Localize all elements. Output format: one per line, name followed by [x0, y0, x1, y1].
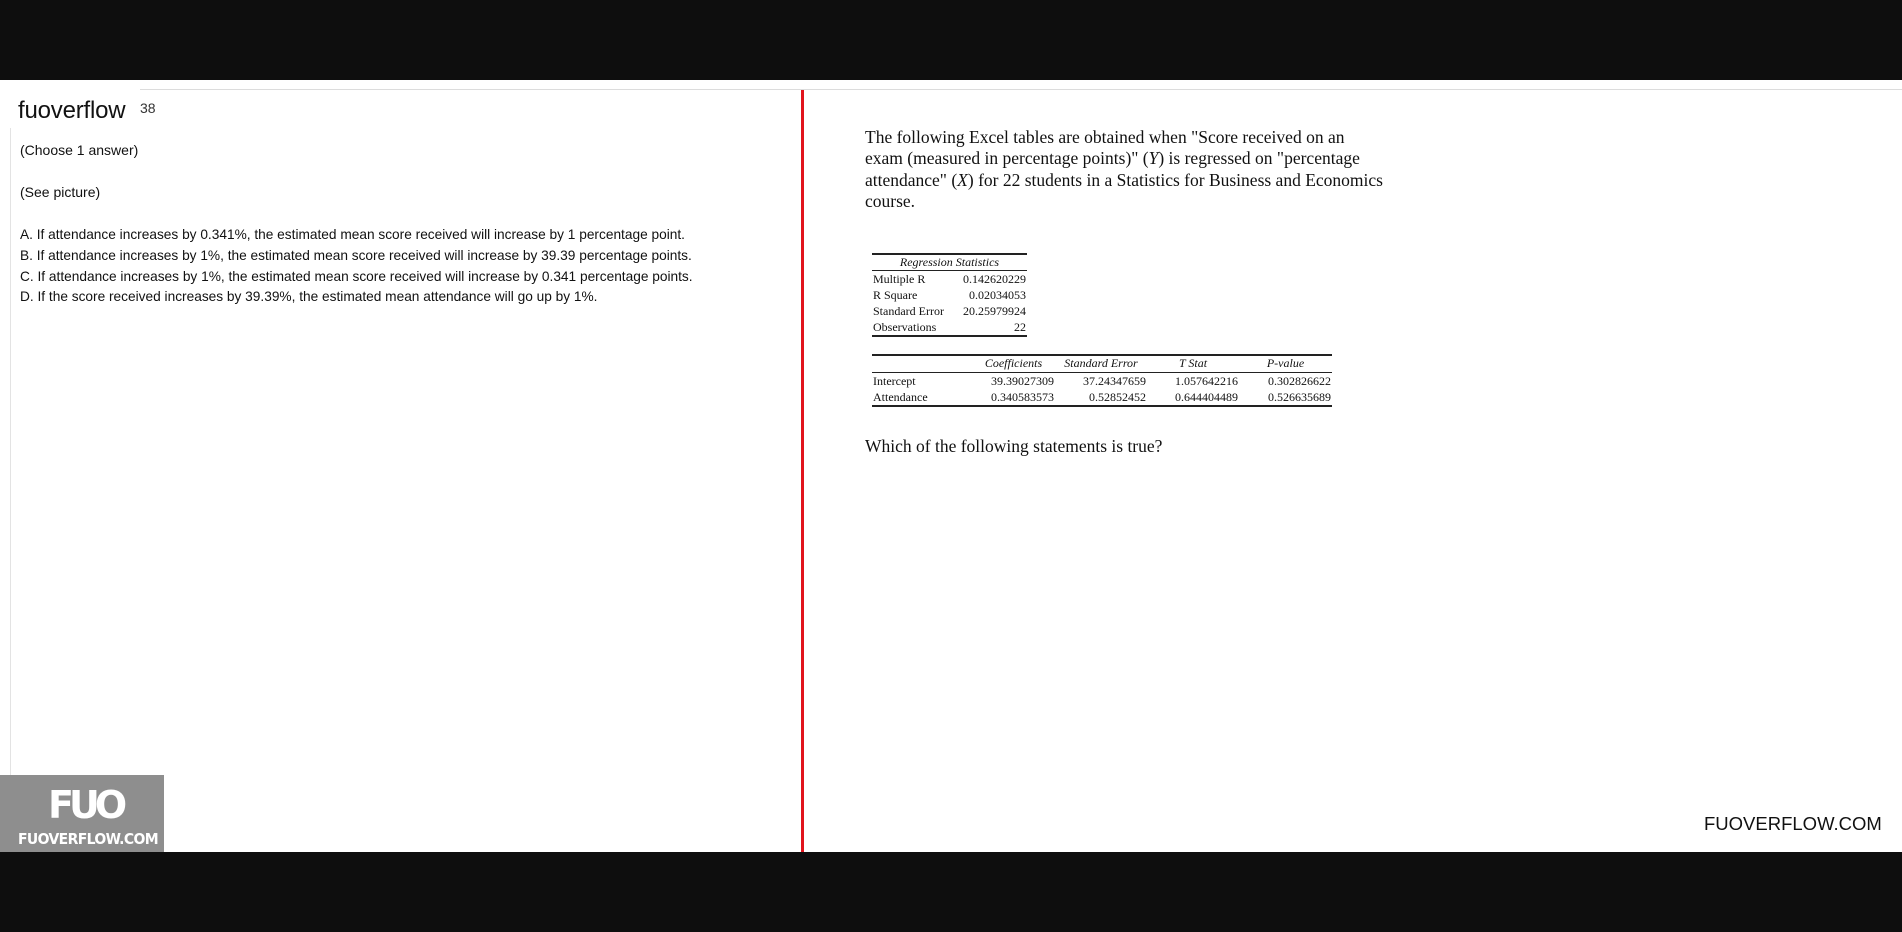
- column-header-blank: [872, 354, 972, 373]
- see-picture-note: (See picture): [20, 184, 101, 200]
- x-variable: X: [957, 169, 968, 190]
- bottom-black-bar: [0, 852, 1902, 932]
- t-stat-value: 0.644404489: [1175, 389, 1238, 404]
- regression-statistics-table: Regression Statistics Multiple R 0.14262…: [872, 253, 1027, 337]
- standard-error-value: 0.52852452: [1089, 389, 1146, 404]
- answer-option-a[interactable]: A. If attendance increases by 0.341%, th…: [20, 225, 693, 246]
- stat-label: R Square: [873, 288, 918, 302]
- row-label: Intercept: [873, 373, 916, 388]
- answer-option-c[interactable]: C. If attendance increases by 1%, the es…: [20, 267, 693, 288]
- coefficients-table: Coefficients Standard Error T Stat P-val…: [872, 354, 1332, 407]
- viewer-content: fuoverflow 38 (Choose 1 answer) (See pic…: [0, 80, 1902, 852]
- answer-options: A. If attendance increases by 0.341%, th…: [20, 225, 693, 308]
- watermark-text: FUOVERFLOW.COM: [18, 830, 159, 848]
- question-intro: The following Excel tables are obtained …: [865, 127, 1385, 212]
- pane-divider: [801, 90, 804, 852]
- stat-value: 22: [1013, 320, 1026, 334]
- question-pane: fuoverflow 38 (Choose 1 answer) (See pic…: [0, 80, 800, 852]
- stat-label: Standard Error: [873, 304, 944, 318]
- p-value: 0.526635689: [1268, 389, 1331, 404]
- table-row: R Square 0.02034053: [872, 287, 1027, 303]
- table-row: Observations 22: [872, 319, 1027, 336]
- column-header-p-value: P-value: [1239, 354, 1332, 373]
- question-number: 38: [140, 100, 156, 116]
- stat-label: Observations: [873, 320, 937, 334]
- top-black-bar: [0, 0, 1902, 80]
- t-stat-value: 1.057642216: [1175, 373, 1238, 388]
- row-label: Attendance: [873, 389, 928, 404]
- coefficient-value: 39.39027309: [991, 373, 1054, 388]
- answer-instruction: (Choose 1 answer): [20, 142, 139, 158]
- brand-name: fuoverflow: [18, 97, 126, 124]
- column-header-coefficients: Coefficients: [972, 354, 1055, 373]
- stat-label: Multiple R: [873, 272, 926, 286]
- answer-option-b[interactable]: B. If attendance increases by 1%, the es…: [20, 246, 693, 267]
- coefficient-value: 0.340583573: [991, 389, 1054, 404]
- regression-statistics-header: Regression Statistics: [872, 253, 1027, 271]
- stat-value: 0.02034053: [968, 288, 1026, 302]
- table-row: Multiple R 0.142620229: [872, 271, 1027, 288]
- stat-value: 20.25979924: [962, 304, 1026, 318]
- standard-error-value: 37.24347659: [1083, 373, 1146, 388]
- left-pane-border: [10, 128, 11, 820]
- column-header-standard-error: Standard Error: [1055, 354, 1147, 373]
- watermark-logo: FUO: [48, 783, 127, 827]
- stat-value: 0.142620229: [962, 272, 1026, 286]
- question-prompt: Which of the following statements is tru…: [865, 436, 1163, 456]
- column-header-t-stat: T Stat: [1147, 354, 1239, 373]
- table-row: Intercept 39.39027309 37.24347659 1.0576…: [872, 372, 1332, 389]
- y-variable: Y: [1148, 148, 1159, 169]
- table-row: Attendance 0.340583573 0.52852452 0.6444…: [872, 389, 1332, 406]
- answer-option-d[interactable]: D. If the score received increases by 39…: [20, 287, 693, 308]
- table-row: Standard Error 20.25979924: [872, 303, 1027, 319]
- p-value: 0.302826622: [1268, 373, 1331, 388]
- watermark-badge: FUO FUOVERFLOW.COM: [0, 775, 164, 852]
- site-label: FUOVERFLOW.COM: [1704, 813, 1882, 834]
